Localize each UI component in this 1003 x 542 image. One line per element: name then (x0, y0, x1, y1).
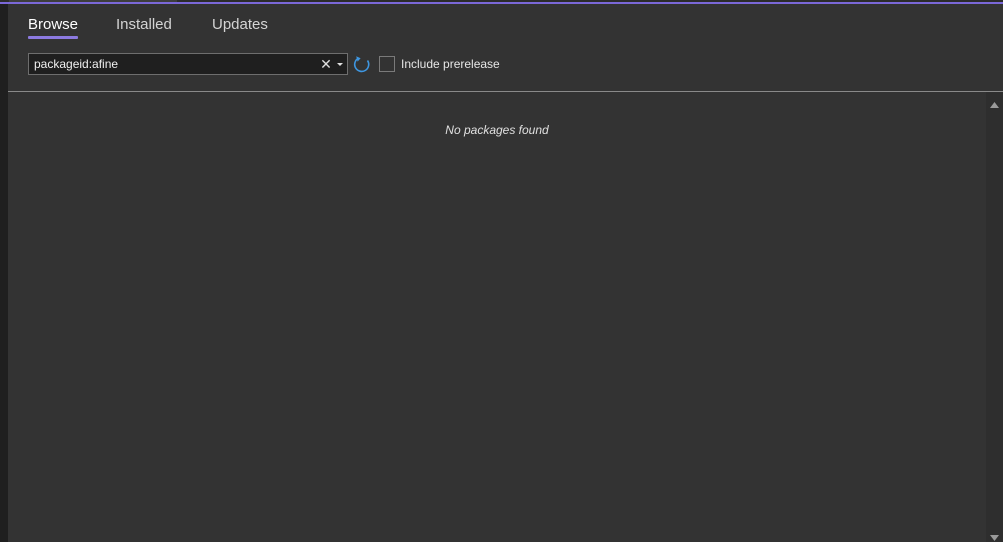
refresh-icon[interactable] (352, 54, 372, 74)
vertical-scrollbar[interactable] (986, 92, 1003, 542)
tab-updates[interactable]: Updates (212, 16, 268, 33)
chevron-down-icon[interactable] (335, 56, 345, 72)
empty-message: No packages found (445, 123, 549, 137)
scroll-down-icon[interactable] (989, 530, 1000, 541)
search-input[interactable] (34, 55, 314, 73)
package-manager-window: Browse Installed Updates ✕ (0, 0, 1003, 542)
tab-browse[interactable]: Browse (28, 16, 79, 39)
scroll-up-icon[interactable] (989, 97, 1000, 108)
close-icon[interactable]: ✕ (319, 56, 333, 72)
include-prerelease-checkbox[interactable] (379, 56, 395, 72)
include-prerelease-label[interactable]: Include prerelease (401, 57, 500, 71)
results-list: No packages found (8, 92, 986, 542)
package-manager-panel: Browse Installed Updates ✕ (8, 4, 1003, 542)
search-box: ✕ (28, 53, 348, 75)
tab-installed[interactable]: Installed (116, 16, 172, 33)
